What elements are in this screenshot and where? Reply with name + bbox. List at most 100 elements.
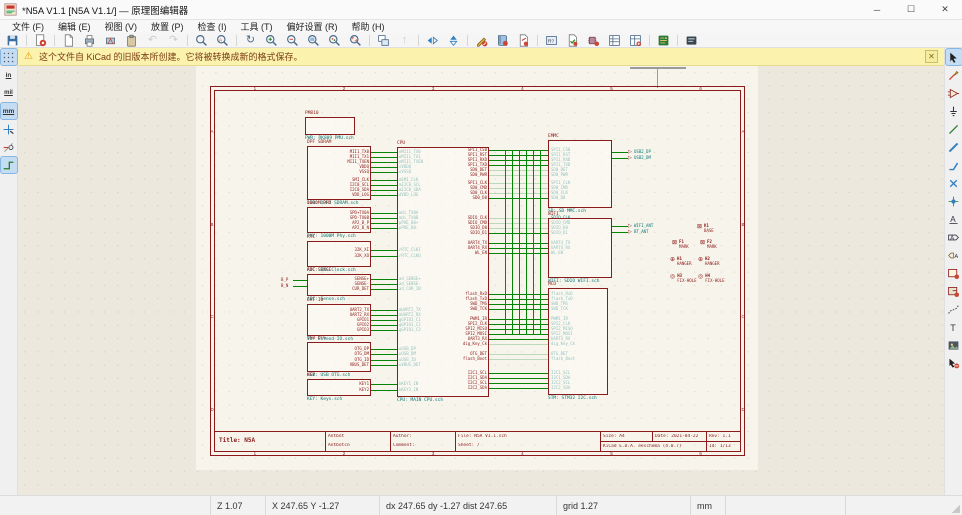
mount-hole-F2[interactable]: ⊠F2MARK [700,240,717,250]
save-button[interactable] [2,33,23,48]
place-power-port-button[interactable] [946,103,962,119]
mount-hole-H3[interactable]: ◎H3FIX-HOLE [670,274,697,284]
mount-hole-K1[interactable]: ⊠K1BASE [697,224,714,234]
symbol-editor-button[interactable] [471,33,492,48]
close-button[interactable]: ✕ [928,0,962,19]
assign-footprints-button[interactable] [583,33,604,48]
infobar-close-icon[interactable]: ✕ [925,50,938,63]
mount-hole-H4[interactable]: ◎H4FIX-HOLE [698,274,725,284]
refresh-view-button[interactable]: ↻ [240,33,261,48]
wire[interactable] [612,152,628,153]
sheet-emmc[interactable] [548,140,612,208]
highlight-net-button[interactable] [946,67,962,83]
find-button[interactable] [191,33,212,48]
wire[interactable] [371,228,397,229]
wire[interactable] [612,226,628,227]
wire[interactable] [489,373,548,374]
wire[interactable] [371,310,397,311]
sheet-pmu[interactable] [305,117,355,135]
wire[interactable] [371,250,397,251]
plot-button[interactable] [100,33,121,48]
draw-wire-button[interactable] [946,121,962,137]
zoom-in-button[interactable] [261,33,282,48]
draw-bus-button[interactable] [946,139,962,155]
minimize-button[interactable]: ─ [860,0,894,19]
sheet-mcu[interactable] [548,288,608,395]
wire[interactable] [371,289,397,290]
wire[interactable] [371,330,397,331]
wire[interactable] [293,280,307,281]
wire[interactable] [612,232,628,233]
wire[interactable] [371,256,397,257]
toggle-grid-button[interactable] [1,49,17,65]
units-mm-button[interactable]: mm [1,103,17,119]
print-button[interactable] [79,33,100,48]
wire[interactable] [489,383,548,384]
units-mils-button[interactable]: mil [1,85,17,101]
menu-item-2[interactable]: 视图 (V) [99,20,144,33]
annotate-schematic-button[interactable]: R? [541,33,562,48]
wire[interactable] [371,320,397,321]
delete-tool-button[interactable] [946,355,962,371]
annotate-button[interactable] [513,33,534,48]
show-hidden-pins-button[interactable] [1,139,17,155]
bus-wire[interactable] [512,150,513,334]
place-symbol-button[interactable] [946,85,962,101]
wire[interactable] [293,286,307,287]
wire[interactable] [371,279,397,280]
wire[interactable] [371,190,397,191]
wire[interactable] [371,180,397,181]
zoom-out-button[interactable] [282,33,303,48]
import-sheet-pin-button[interactable] [946,283,962,299]
hv-wire-mode-button[interactable] [1,157,17,173]
menu-item-0[interactable]: 文件 (F) [6,20,50,33]
maximize-button[interactable]: ☐ [894,0,928,19]
global-label-button[interactable]: A [946,229,962,245]
wire[interactable] [371,218,397,219]
wire[interactable] [371,152,397,153]
wire[interactable] [371,195,397,196]
cursor-shape-button[interactable] [1,121,17,137]
draw-lines-button[interactable] [946,301,962,317]
mirror-vertical-button[interactable] [422,33,443,48]
wire[interactable] [371,349,397,350]
sheet-wifi[interactable] [548,218,612,278]
bill-of-materials-button[interactable] [604,33,625,48]
wire[interactable] [371,162,397,163]
wire[interactable] [371,360,397,361]
hierarchical-label-button[interactable]: A [946,247,962,263]
symbol-fields-table-button[interactable] [625,33,646,48]
open-pcb-editor-button[interactable] [653,33,674,48]
bus-entry-button[interactable] [946,157,962,173]
bus-wire[interactable] [540,150,541,334]
zoom-objects-button[interactable] [324,33,345,48]
hierarchy-navigator-button[interactable] [373,33,394,48]
zoom-fit-button[interactable] [303,33,324,48]
zoom-selection-button[interactable] [345,33,366,48]
wire[interactable] [371,315,397,316]
wire[interactable] [371,172,397,173]
menu-item-3[interactable]: 放置 (P) [145,20,190,33]
wire[interactable] [371,157,397,158]
menu-item-6[interactable]: 偏好设置 (R) [281,20,344,33]
wire[interactable] [612,158,628,159]
wire[interactable] [371,167,397,168]
wire[interactable] [371,384,397,385]
resize-grip[interactable] [952,505,960,513]
wire[interactable] [371,354,397,355]
place-text-button[interactable]: T [946,319,962,335]
bus-wire[interactable] [526,150,527,334]
wire[interactable] [489,354,548,355]
bus-wire[interactable] [505,150,506,334]
page-settings-button[interactable] [58,33,79,48]
units-inches-button[interactable]: in [1,67,17,83]
wire[interactable] [489,359,548,360]
select-tool-button[interactable] [946,49,962,65]
mirror-horizontal-button[interactable] [443,33,464,48]
wire[interactable] [371,390,397,391]
find-replace-button[interactable]: A [212,33,233,48]
menu-item-5[interactable]: 工具 (T) [235,20,279,33]
wire[interactable] [371,185,397,186]
wire[interactable] [489,344,548,345]
wire[interactable] [371,284,397,285]
